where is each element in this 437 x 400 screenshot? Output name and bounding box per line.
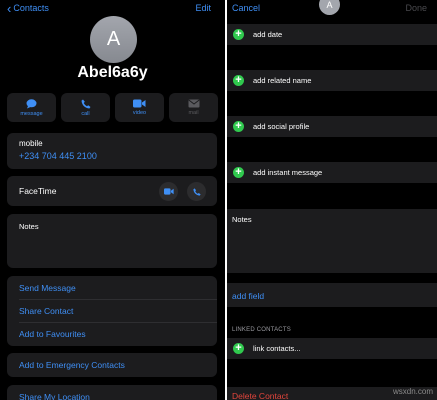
contact-name: Abel6a6y xyxy=(77,64,148,81)
emergency-card: Add to Emergency Contacts xyxy=(7,353,217,377)
add-social-profile-row[interactable]: + add social profile xyxy=(227,116,437,137)
add-to-favourites-link[interactable]: Add to Favourites xyxy=(19,329,86,339)
action-buttons: message call video mail xyxy=(7,93,218,122)
add-date-row[interactable]: + add date xyxy=(227,24,437,45)
mail-icon xyxy=(188,99,200,108)
add-field-label: add field xyxy=(232,291,265,301)
facetime-label: FaceTime xyxy=(19,186,57,196)
call-button[interactable]: call xyxy=(61,93,110,122)
plus-icon: + xyxy=(233,167,244,178)
add-date-label: add date xyxy=(253,30,283,39)
add-social-profile-label: add social profile xyxy=(253,122,310,131)
back-button[interactable]: ‹ Contacts xyxy=(7,0,49,16)
watermark: wsxdn.com xyxy=(392,387,433,396)
location-card: Share My Location xyxy=(7,385,217,400)
link-contacts-row[interactable]: + link contacts... xyxy=(227,338,437,359)
mobile-label: mobile xyxy=(19,139,43,148)
add-related-name-label: add related name xyxy=(253,76,312,85)
call-label: call xyxy=(81,110,90,117)
avatar: A xyxy=(90,16,137,63)
avatar: A xyxy=(319,0,340,15)
phone-icon xyxy=(81,99,91,109)
add-field-row[interactable]: add field xyxy=(227,283,437,307)
facetime-video-button[interactable] xyxy=(159,182,178,201)
add-emergency-contact-link[interactable]: Add to Emergency Contacts xyxy=(19,360,125,370)
cancel-button[interactable]: Cancel xyxy=(232,3,260,13)
divider xyxy=(19,322,217,323)
divider xyxy=(19,299,217,300)
mobile-number[interactable]: +234 704 445 2100 xyxy=(19,151,97,161)
notes-field[interactable]: Notes xyxy=(227,209,437,273)
link-contacts-label: link contacts... xyxy=(253,344,301,353)
share-contact-link[interactable]: Share Contact xyxy=(19,306,73,316)
notes-label: Notes xyxy=(232,215,252,224)
share-location-link[interactable]: Share My Location xyxy=(19,392,90,400)
video-icon xyxy=(163,188,174,195)
message-button[interactable]: message xyxy=(7,93,56,122)
edit-contact-screen: Cancel A Done + add date + add related n… xyxy=(227,0,437,400)
message-label: message xyxy=(20,110,43,117)
video-icon xyxy=(133,99,146,108)
notes-label: Notes xyxy=(19,222,39,231)
actions-list: Send Message Share Contact Add to Favour… xyxy=(7,276,217,346)
done-button[interactable]: Done xyxy=(405,3,427,13)
linked-contacts-header: LINKED CONTACTS xyxy=(232,327,291,333)
delete-contact-label: Delete Contact xyxy=(232,391,289,400)
edit-button[interactable]: Edit xyxy=(195,3,211,13)
plus-icon: + xyxy=(233,343,244,354)
facetime-card: FaceTime xyxy=(7,176,217,206)
phone-icon xyxy=(192,187,201,196)
message-icon xyxy=(26,98,37,109)
back-label: Contacts xyxy=(13,3,49,13)
chevron-left-icon: ‹ xyxy=(7,0,12,16)
plus-icon: + xyxy=(233,121,244,132)
video-label: video xyxy=(132,110,147,116)
contact-detail-screen: ‹ Contacts Edit A Abel6a6y message call … xyxy=(0,0,225,400)
mail-label: mail xyxy=(188,110,199,116)
mobile-card[interactable]: mobile +234 704 445 2100 xyxy=(7,133,217,169)
facetime-audio-button[interactable] xyxy=(187,182,206,201)
add-instant-message-label: add instant message xyxy=(253,168,323,177)
add-instant-message-row[interactable]: + add instant message xyxy=(227,162,437,183)
mail-button[interactable]: mail xyxy=(169,93,218,122)
video-button[interactable]: video xyxy=(115,93,164,122)
plus-icon: + xyxy=(233,29,244,40)
plus-icon: + xyxy=(233,75,244,86)
notes-card[interactable]: Notes xyxy=(7,214,217,268)
edit-nav-bar: Cancel A Done xyxy=(227,0,437,16)
add-related-name-row[interactable]: + add related name xyxy=(227,70,437,91)
send-message-link[interactable]: Send Message xyxy=(19,283,76,293)
